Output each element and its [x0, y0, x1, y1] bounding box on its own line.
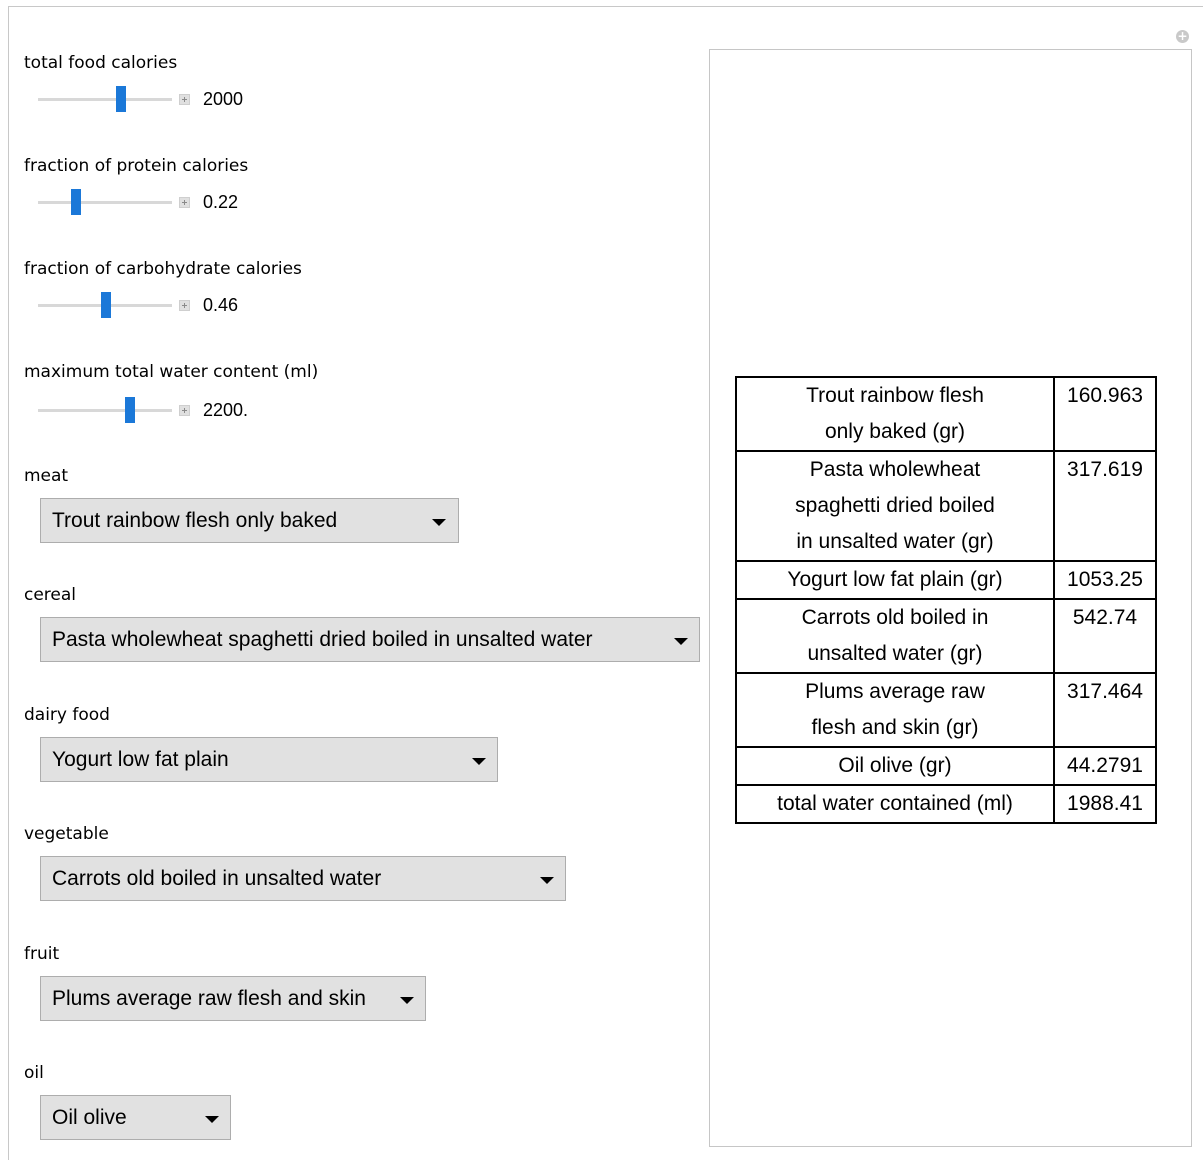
slider-track [38, 98, 172, 101]
carbohydrate-slider[interactable] [38, 290, 172, 320]
food-name: Pasta wholewheat [809, 458, 981, 481]
expand-plus-icon[interactable] [179, 197, 190, 208]
slider-thumb[interactable] [101, 292, 112, 318]
table-row: Pasta wholewheat spaghetti dried boiled … [735, 450, 1157, 562]
plus-circle-icon[interactable]: + [1176, 30, 1189, 43]
food-name-line2: flesh and skin (gr) [811, 716, 979, 739]
amount-cell: 160.963 [1053, 376, 1157, 452]
fruit-label: fruit [24, 944, 60, 964]
chevron-down-icon [432, 519, 446, 526]
food-name-cell: Plums average raw flesh and skin (gr) [735, 672, 1055, 748]
food-name-line2: only baked (gr) [824, 420, 966, 443]
chevron-down-icon [400, 997, 414, 1004]
results-table: Trout rainbow flesh only baked (gr) 160.… [735, 376, 1157, 824]
amount-cell: 542.74 [1053, 598, 1157, 674]
food-name-line2: spaghetti dried boiled [795, 494, 995, 517]
protein-value: 0.22 [203, 192, 239, 212]
meat-selected: Trout rainbow flesh only baked [52, 509, 338, 532]
cereal-dropdown[interactable]: Pasta wholewheat spaghetti dried boiled … [40, 617, 700, 662]
food-name: total water contained (ml) [777, 792, 1013, 815]
food-name-cell: total water contained (ml) [735, 784, 1055, 824]
slider-track [38, 409, 172, 412]
chevron-down-icon [674, 638, 688, 645]
food-name: Carrots old boiled in [801, 606, 989, 629]
table-row: Trout rainbow flesh only baked (gr) 160.… [735, 376, 1157, 452]
slider-track [38, 201, 172, 204]
meat-label: meat [24, 466, 69, 486]
slider-thumb[interactable] [70, 189, 81, 215]
meat-dropdown[interactable]: Trout rainbow flesh only baked [40, 498, 459, 543]
carbohydrate-value: 0.46 [203, 295, 239, 315]
expand-plus-icon[interactable] [179, 94, 190, 105]
cereal-label: cereal [24, 585, 77, 605]
total-calories-slider[interactable] [38, 84, 172, 114]
slider-thumb[interactable] [116, 86, 127, 112]
dairy-selected: Yogurt low fat plain [52, 748, 229, 771]
vegetable-selected: Carrots old boiled in unsalted water [52, 867, 382, 890]
dairy-label: dairy food [24, 705, 110, 725]
fruit-selected: Plums average raw flesh and skin [52, 987, 366, 1010]
amount-cell: 44.2791 [1053, 746, 1157, 786]
carbohydrate-label: fraction of carbohydrate calories [24, 259, 302, 279]
table-row: Yogurt low fat plain (gr) 1053.25 [735, 560, 1157, 600]
chevron-down-icon [472, 758, 486, 765]
food-name-line2: unsalted water (gr) [807, 642, 983, 665]
vegetable-label: vegetable [24, 824, 109, 844]
chevron-down-icon [205, 1116, 219, 1123]
chevron-down-icon [540, 877, 554, 884]
food-name-cell: Carrots old boiled in unsalted water (gr… [735, 598, 1055, 674]
food-name: Oil olive (gr) [838, 754, 952, 777]
expand-plus-icon[interactable] [179, 300, 190, 311]
water-slider[interactable] [38, 395, 172, 425]
water-value: 2200. [203, 400, 249, 420]
expand-plus-icon[interactable] [179, 405, 190, 416]
food-name-cell: Oil olive (gr) [735, 746, 1055, 786]
oil-selected: Oil olive [52, 1106, 127, 1129]
amount-cell: 1988.41 [1053, 784, 1157, 824]
table-row: total water contained (ml) 1988.41 [735, 784, 1157, 824]
vegetable-dropdown[interactable]: Carrots old boiled in unsalted water [40, 856, 566, 901]
table-row: Oil olive (gr) 44.2791 [735, 746, 1157, 786]
oil-dropdown[interactable]: Oil olive [40, 1095, 231, 1140]
table-row: Plums average raw flesh and skin (gr) 31… [735, 672, 1157, 748]
amount-cell: 1053.25 [1053, 560, 1157, 600]
food-name-cell: Trout rainbow flesh only baked (gr) [735, 376, 1055, 452]
food-name: Yogurt low fat plain (gr) [787, 568, 1003, 591]
total-calories-label: total food calories [24, 53, 178, 73]
slider-thumb[interactable] [125, 397, 136, 423]
table-row: Carrots old boiled in unsalted water (gr… [735, 598, 1157, 674]
food-name: Trout rainbow flesh [806, 384, 984, 407]
dairy-dropdown[interactable]: Yogurt low fat plain [40, 737, 498, 782]
food-name: Plums average raw [805, 680, 985, 703]
protein-slider[interactable] [38, 187, 172, 217]
oil-label: oil [24, 1063, 44, 1083]
water-label: maximum total water content (ml) [24, 362, 319, 382]
food-name-line3: in unsalted water (gr) [796, 530, 994, 553]
total-calories-value: 2000 [203, 89, 244, 109]
amount-cell: 317.464 [1053, 672, 1157, 748]
food-name-cell: Pasta wholewheat spaghetti dried boiled … [735, 450, 1055, 562]
amount-cell: 317.619 [1053, 450, 1157, 562]
protein-label: fraction of protein calories [24, 156, 249, 176]
fruit-dropdown[interactable]: Plums average raw flesh and skin [40, 976, 426, 1021]
food-name-cell: Yogurt low fat plain (gr) [735, 560, 1055, 600]
cereal-selected: Pasta wholewheat spaghetti dried boiled … [52, 628, 593, 651]
